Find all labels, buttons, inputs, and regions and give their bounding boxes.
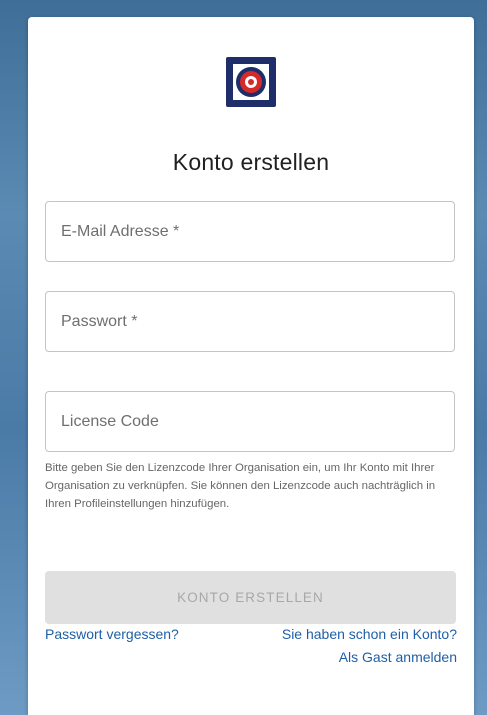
email-field[interactable] — [46, 202, 454, 261]
license-code-field[interactable] — [46, 392, 454, 451]
create-account-button[interactable]: KONTO ERSTELLEN — [45, 571, 456, 624]
license-helper-text: Bitte geben Sie den Lizenzcode Ihrer Org… — [45, 462, 436, 510]
login-link[interactable]: Sie haben schon ein Konto? — [282, 626, 457, 642]
page-title: Konto erstellen — [172, 149, 330, 175]
email-field-container — [45, 201, 455, 262]
password-field-container — [45, 291, 455, 352]
target-logo-icon — [226, 57, 276, 107]
guest-login-link[interactable]: Als Gast anmelden — [339, 649, 457, 665]
license-code-field-container — [45, 391, 455, 452]
password-field[interactable] — [46, 292, 454, 351]
forgot-password-link[interactable]: Passwort vergessen? — [45, 626, 179, 642]
signup-card: Konto erstellen Bitte geben Sie den Lize… — [28, 17, 474, 715]
